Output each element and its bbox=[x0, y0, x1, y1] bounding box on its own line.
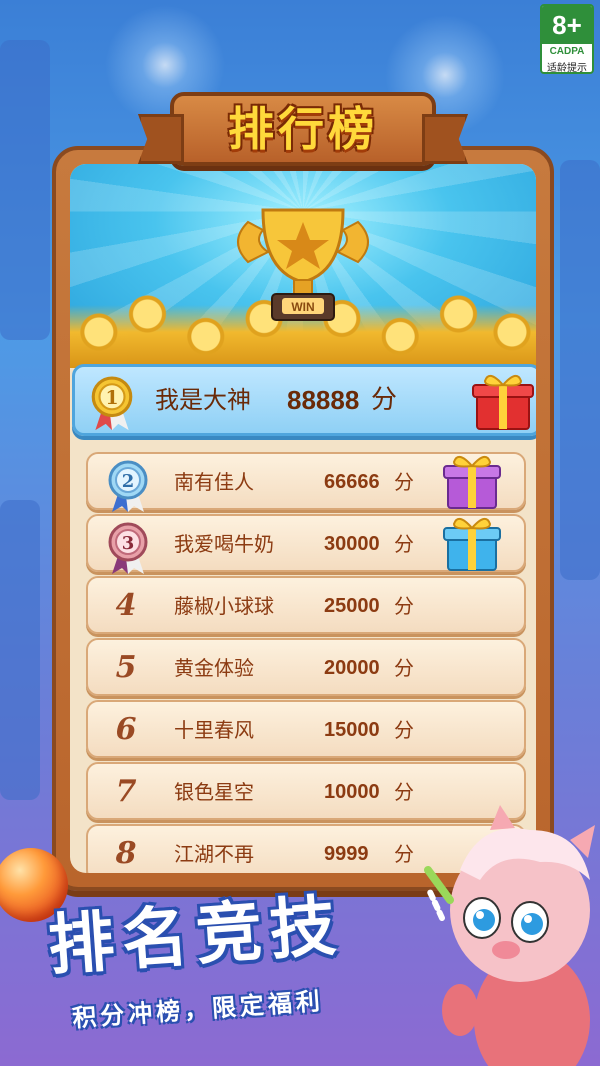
purple-gift-icon[interactable] bbox=[440, 448, 504, 512]
trophy-banner: WIN bbox=[70, 164, 536, 368]
blue-gift-icon[interactable] bbox=[440, 510, 504, 574]
player-score: 10000 bbox=[324, 781, 380, 803]
page-title: 排行榜 bbox=[228, 102, 378, 156]
bronze-medal-icon: 3 bbox=[108, 522, 148, 574]
leaderboard-row-2[interactable]: 2 南有佳人 66666 分 bbox=[86, 452, 526, 512]
leaderboard-row-5[interactable]: 5 黄金体验 20000 分 bbox=[86, 638, 526, 696]
rank-number: 6 bbox=[115, 712, 137, 747]
rank-number: 7 bbox=[115, 774, 137, 809]
leaderboard-title-banner: 排行榜 bbox=[170, 92, 436, 166]
player-name: 我爱喝牛奶 bbox=[174, 532, 274, 556]
score-unit: 分 bbox=[394, 780, 414, 804]
leaderboard-row-4[interactable]: 4 藤椒小球球 25000 分 bbox=[86, 576, 526, 634]
rank-number: 3 bbox=[122, 533, 135, 554]
score-unit: 分 bbox=[394, 532, 414, 556]
player-score: 66666 bbox=[324, 471, 380, 493]
score-unit: 分 bbox=[394, 594, 414, 618]
rank-number: 2 bbox=[122, 471, 135, 492]
player-score: 25000 bbox=[324, 595, 380, 617]
player-name: 黄金体验 bbox=[174, 656, 254, 680]
age-rating-tip: 适龄提示 bbox=[547, 63, 587, 74]
player-name: 十里春风 bbox=[174, 718, 254, 742]
score-unit: 分 bbox=[371, 385, 398, 415]
player-name: 银色星空 bbox=[174, 780, 254, 804]
silver-medal-icon: 2 bbox=[108, 460, 148, 512]
player-score: 30000 bbox=[324, 533, 380, 555]
pig-mascot-icon bbox=[424, 805, 595, 1066]
leaderboard-inner: WIN 1 我是大神 88888 分 2 南有佳人 66666 分 3 我爱喝牛… bbox=[70, 164, 536, 873]
trophy-icon: WIN bbox=[237, 208, 369, 321]
gold-medal-icon: 1 bbox=[91, 376, 133, 431]
player-name: 藤椒小球球 bbox=[174, 594, 274, 618]
rank-number: 1 bbox=[105, 387, 118, 409]
background-tile bbox=[0, 40, 50, 340]
player-name: 我是大神 bbox=[155, 386, 251, 414]
leaderboard-row-3[interactable]: 3 我爱喝牛奶 30000 分 bbox=[86, 514, 526, 574]
score-unit: 分 bbox=[394, 470, 414, 494]
background-tile bbox=[0, 500, 40, 800]
score-unit: 分 bbox=[394, 718, 414, 742]
background-tile bbox=[560, 160, 600, 580]
age-rating-label: 8+ bbox=[542, 6, 592, 44]
player-name: 南有佳人 bbox=[174, 470, 254, 494]
player-name: 江湖不再 bbox=[174, 842, 254, 866]
rank-number: 8 bbox=[115, 836, 137, 871]
player-score: 9999 bbox=[324, 843, 369, 865]
leaderboard-panel: WIN 1 我是大神 88888 分 2 南有佳人 66666 分 3 我爱喝牛… bbox=[52, 146, 554, 891]
trophy-label: WIN bbox=[291, 300, 314, 314]
player-score: 15000 bbox=[324, 719, 380, 741]
leaderboard-row-6[interactable]: 6 十里春风 15000 分 bbox=[86, 700, 526, 758]
rank-number: 4 bbox=[115, 588, 137, 623]
rank-number: 5 bbox=[115, 650, 137, 685]
score-unit: 分 bbox=[394, 842, 414, 866]
score-unit: 分 bbox=[394, 656, 414, 680]
leaderboard-row-1[interactable]: 1 我是大神 88888 分 bbox=[72, 364, 536, 436]
red-gift-icon[interactable] bbox=[467, 369, 536, 433]
player-score: 88888 bbox=[287, 385, 360, 415]
player-score: 20000 bbox=[324, 657, 380, 679]
age-rating-org: CADPA bbox=[549, 46, 585, 57]
age-rating-badge: 8+ CADPA 适龄提示 bbox=[540, 4, 594, 74]
